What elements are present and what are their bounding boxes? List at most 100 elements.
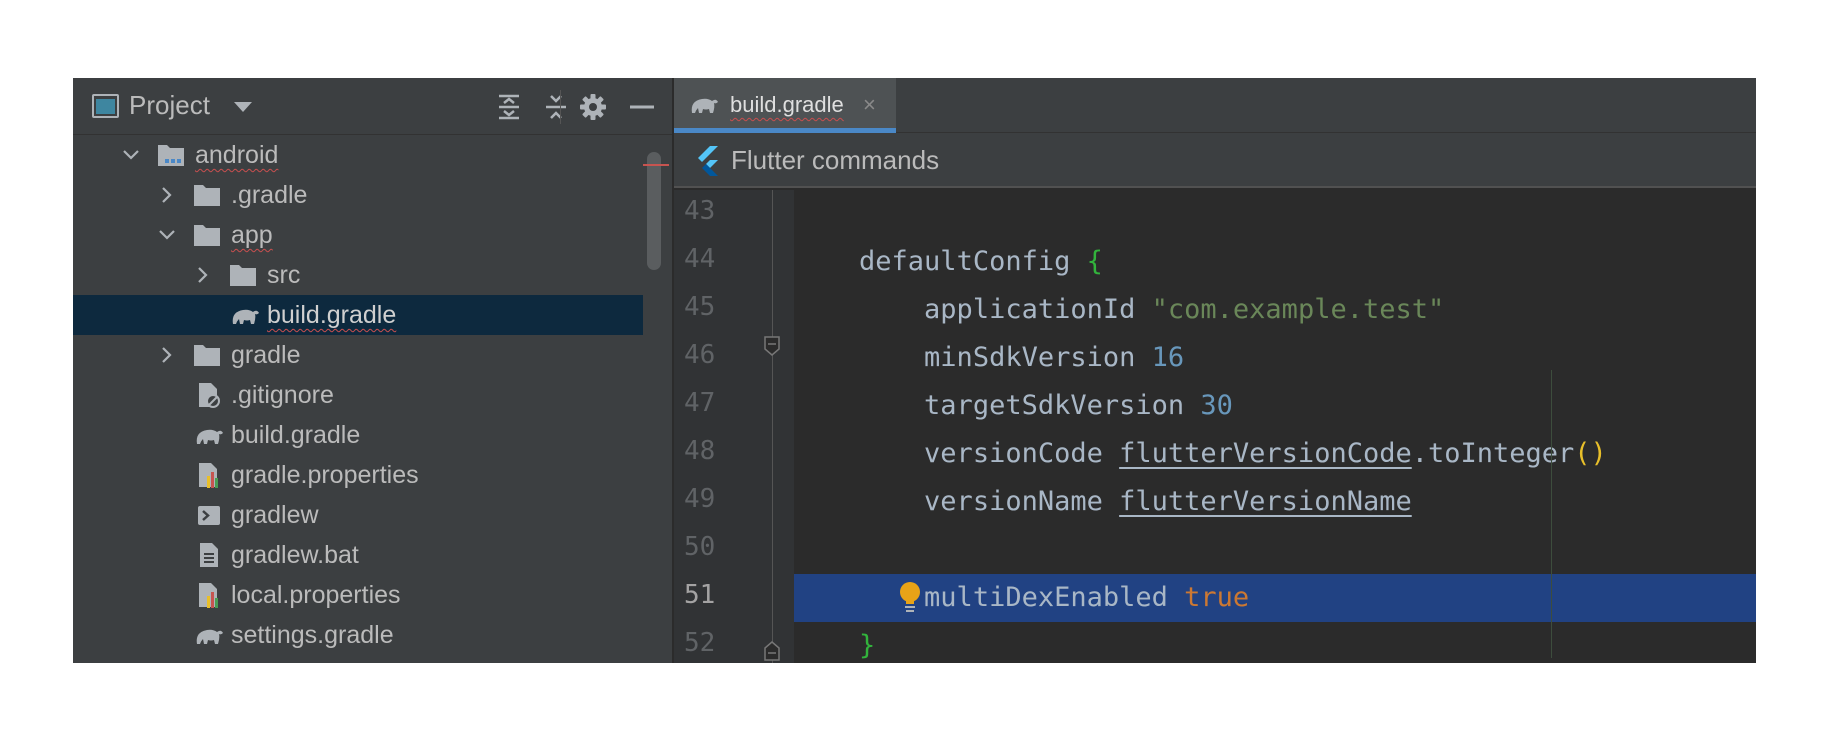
tree-item-app-build-gradle[interactable]: build.gradle xyxy=(73,295,643,335)
chevron-down-icon[interactable] xyxy=(157,225,177,245)
variable-reference[interactable]: flutterVersionCode xyxy=(1119,438,1412,469)
folder-icon xyxy=(194,185,220,206)
tree-item-gradlew-bat[interactable]: gradlew.bat xyxy=(73,535,643,575)
tree-item-label: build.gradle xyxy=(231,421,361,449)
lightbulb-icon[interactable] xyxy=(897,581,923,615)
project-view-selector[interactable]: Project xyxy=(129,90,210,121)
code-token: applicationId xyxy=(924,294,1136,325)
code-token: multiDexEnabled xyxy=(924,582,1168,613)
module-folder-icon xyxy=(158,145,184,166)
tree-item-gitignore[interactable]: .gitignore xyxy=(73,375,643,415)
tree-item-settings-gradle[interactable]: settings.gradle xyxy=(73,615,643,655)
code-area[interactable]: defaultConfig { applicationId "com.examp… xyxy=(794,190,1756,663)
code-line-46[interactable]: minSdkVersion 16 xyxy=(794,334,1756,382)
tree-item-label: gradlew.bat xyxy=(231,541,359,569)
line-number: 43 xyxy=(684,196,716,226)
tree-item-gradle-properties[interactable]: gradle.properties xyxy=(73,455,643,495)
code-line-47[interactable]: targetSdkVersion 30 xyxy=(794,382,1756,430)
shell-script-icon xyxy=(198,506,220,525)
string-literal: "com.example.test" xyxy=(1151,294,1445,325)
code-token: versionName xyxy=(924,486,1103,517)
gradle-elephant-icon xyxy=(196,629,223,644)
code-line-49[interactable]: versionName flutterVersionName xyxy=(794,478,1756,526)
code-token: defaultConfig xyxy=(859,246,1071,277)
gradle-elephant-icon xyxy=(196,429,223,444)
tree-item-app[interactable]: app xyxy=(73,215,643,255)
line-number: 50 xyxy=(684,532,716,562)
keyword-true: true xyxy=(1184,582,1250,613)
tree-item-build-gradle[interactable]: build.gradle xyxy=(73,415,643,455)
gear-icon[interactable] xyxy=(577,91,609,123)
code-token: minSdkVersion xyxy=(924,342,1136,373)
expand-all-icon[interactable] xyxy=(493,91,525,123)
tree-item-gradlew[interactable]: gradlew xyxy=(73,495,643,535)
collapse-all-icon[interactable] xyxy=(540,91,572,123)
indent-guide xyxy=(1551,370,1552,658)
tree-item-src[interactable]: src xyxy=(73,255,643,295)
project-tool-window: Project android .gradle app src build.gr… xyxy=(73,78,673,663)
flutter-commands-link[interactable]: Flutter commands xyxy=(731,145,939,176)
ignored-file-icon xyxy=(199,383,220,408)
minimize-icon[interactable] xyxy=(626,91,658,123)
tree-item-label: src xyxy=(267,261,301,289)
tree-item-android[interactable]: android xyxy=(73,135,643,175)
number-literal: 30 xyxy=(1200,390,1233,421)
project-window-icon xyxy=(92,94,119,118)
chevron-down-icon[interactable] xyxy=(234,102,252,112)
method-call: .toInteger xyxy=(1411,438,1575,469)
code-line-44[interactable]: defaultConfig { xyxy=(794,238,1756,286)
code-line-48[interactable]: versionCode flutterVersionCode.toInteger… xyxy=(794,430,1756,478)
editor-tab-bar: build.gradle × xyxy=(674,78,1756,133)
tree-item-dot-gradle[interactable]: .gradle xyxy=(73,175,643,215)
variable-reference[interactable]: flutterVersionName xyxy=(1119,486,1412,517)
chevron-right-icon[interactable] xyxy=(157,185,177,205)
tree-item-gradle-folder[interactable]: gradle xyxy=(73,335,643,375)
project-tree: android .gradle app src build.gradle gra… xyxy=(73,135,643,663)
folder-icon xyxy=(194,225,220,246)
folder-icon xyxy=(230,265,256,286)
flutter-logo-icon xyxy=(698,146,718,176)
gradle-elephant-icon xyxy=(691,98,718,113)
tab-build-gradle[interactable]: build.gradle × xyxy=(674,78,896,133)
error-stripe-marker[interactable] xyxy=(643,164,669,166)
tree-item-label: local.properties xyxy=(231,581,401,609)
fold-expand-icon[interactable] xyxy=(763,640,781,662)
tree-item-label: build.gradle xyxy=(267,301,397,329)
tree-item-label: .gradle xyxy=(231,181,308,209)
tree-item-label: app xyxy=(231,221,273,249)
tree-item-label: gradlew xyxy=(231,501,319,529)
tab-label: build.gradle xyxy=(730,92,844,117)
project-panel-header: Project xyxy=(73,78,673,135)
line-number: 52 xyxy=(684,628,716,658)
number-literal: 16 xyxy=(1151,342,1185,373)
properties-file-icon xyxy=(199,583,218,608)
tree-item-label: gradle xyxy=(231,341,301,369)
close-icon[interactable]: × xyxy=(863,94,876,116)
tree-item-local-properties[interactable]: local.properties xyxy=(73,575,643,615)
code-token: targetSdkVersion xyxy=(924,390,1185,421)
line-number-current: 51 xyxy=(684,580,716,610)
chevron-down-icon[interactable] xyxy=(121,145,141,165)
fold-guide xyxy=(772,190,773,663)
tree-item-label: .gitignore xyxy=(231,381,334,409)
flutter-commands-bar: Flutter commands xyxy=(674,133,1756,188)
tree-item-label: gradle.properties xyxy=(231,461,419,489)
toolbar-separator xyxy=(560,90,561,124)
line-number-gutter[interactable]: 43 44 45 46 47 48 49 50 51 52 xyxy=(674,190,794,663)
chevron-right-icon[interactable] xyxy=(157,345,177,365)
gradle-elephant-icon xyxy=(232,309,259,324)
code-line-45[interactable]: applicationId "com.example.test" xyxy=(794,286,1756,334)
ide-window: Project android .gradle app src build.gr… xyxy=(73,78,1756,663)
fold-collapse-icon[interactable] xyxy=(763,335,781,357)
text-file-icon xyxy=(200,543,218,567)
open-brace: { xyxy=(1086,246,1103,277)
line-number: 47 xyxy=(684,388,716,418)
parentheses: () xyxy=(1574,438,1607,469)
folder-icon xyxy=(194,345,220,366)
code-token: versionCode xyxy=(924,438,1103,469)
code-line-51-current[interactable]: multiDexEnabled true xyxy=(794,574,1756,622)
code-line-52[interactable]: } xyxy=(794,622,1756,663)
chevron-right-icon[interactable] xyxy=(193,265,213,285)
tree-item-label: settings.gradle xyxy=(231,621,394,649)
tree-scrollbar-thumb[interactable] xyxy=(647,152,661,270)
